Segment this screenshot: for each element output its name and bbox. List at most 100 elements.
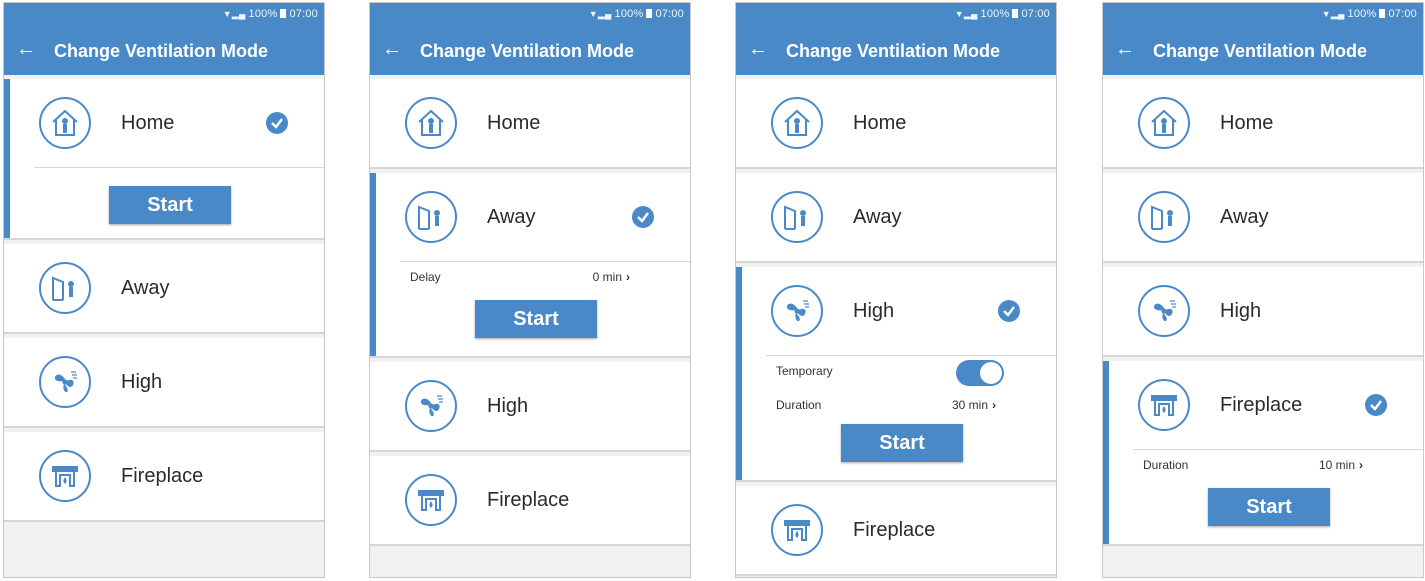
battery-level: 100% [614, 8, 644, 20]
app-bar: ▼▂▄ 100% 07:00 ← Change Ventilation Mode [4, 3, 324, 75]
clock: 07:00 [1021, 8, 1050, 20]
signal-icon: ▼▂▄ [222, 9, 246, 19]
mode-row-away[interactable]: Away [736, 173, 1056, 261]
battery-level: 100% [1347, 8, 1377, 20]
delay-label: Delay [410, 270, 441, 284]
mode-card-high: High Temporary Duration 30 min › Start [736, 267, 1056, 482]
mode-card-home: Home [1103, 79, 1423, 169]
fan-icon [1138, 285, 1190, 337]
checkmark-icon [998, 300, 1020, 322]
status-bar: ▼▂▄ 100% 07:00 [1322, 8, 1417, 20]
back-arrow-icon[interactable]: ← [748, 37, 768, 61]
fan-icon [39, 356, 91, 408]
app-bar: ▼▂▄ 100% 07:00 ← Change Ventilation Mode [1103, 3, 1423, 75]
checkmark-icon [632, 206, 654, 228]
signal-icon: ▼▂▄ [1321, 9, 1345, 19]
duration-label: Duration [1143, 458, 1189, 472]
status-bar: ▼▂▄ 100% 07:00 [955, 8, 1050, 20]
mode-label: Fireplace [121, 465, 204, 487]
mode-label: Home [853, 112, 907, 134]
mode-label: High [853, 300, 895, 322]
mode-list: Home Away Delay 0 min › Start High Firep… [370, 75, 690, 546]
back-arrow-icon[interactable]: ← [1115, 37, 1135, 61]
phone-screen-home: ▼▂▄ 100% 07:00 ← Change Ventilation Mode H… [3, 2, 325, 578]
mode-row-away[interactable]: Away [1103, 173, 1423, 261]
start-area: Start [4, 168, 324, 238]
page-title: Change Ventilation Mode [420, 41, 635, 61]
mode-row-high[interactable]: High [370, 362, 690, 450]
mode-label: Fireplace [487, 489, 570, 511]
mode-label: Away [1220, 206, 1269, 228]
back-arrow-icon[interactable]: ← [16, 37, 36, 61]
chevron-right-icon: › [1359, 458, 1363, 472]
checkmark-icon [266, 112, 288, 134]
fireplace-icon [771, 504, 823, 556]
duration-value-selector[interactable]: 30 min › [952, 398, 996, 412]
mode-card-away: Away Delay 0 min › Start [370, 173, 690, 358]
mode-label: Away [487, 206, 536, 228]
temporary-toggle[interactable] [956, 360, 1004, 386]
mode-label: Away [853, 206, 902, 228]
battery-icon [1379, 9, 1386, 18]
mode-row-high[interactable]: High [4, 338, 324, 426]
battery-level: 100% [980, 8, 1010, 20]
temporary-label: Temporary [776, 364, 833, 378]
clock: 07:00 [655, 8, 684, 20]
home-person-icon [405, 97, 457, 149]
mode-row-high[interactable]: High [1103, 267, 1423, 355]
checkmark-icon [1365, 394, 1387, 416]
page-title: Change Ventilation Mode [54, 41, 269, 61]
battery-level: 100% [248, 8, 278, 20]
home-person-icon [39, 97, 91, 149]
start-button[interactable]: Start [109, 186, 231, 224]
door-person-icon [1138, 191, 1190, 243]
duration-value: 10 min [1318, 458, 1355, 472]
home-person-icon [1138, 97, 1190, 149]
app-bar: ▼▂▄ 100% 07:00 ← Change Ventilation Mode [370, 3, 690, 75]
app-bar: ▼▂▄ 100% 07:00 ← Change Ventilation Mode [736, 3, 1056, 75]
mode-row-fireplace[interactable]: Fireplace [1103, 361, 1423, 449]
status-bar: ▼▂▄ 100% 07:00 [223, 8, 318, 20]
mode-label: High [1220, 300, 1262, 322]
mode-row-high[interactable]: High [736, 267, 1056, 355]
fireplace-icon [1138, 379, 1190, 431]
home-person-icon [771, 97, 823, 149]
mode-card-home: Home [736, 79, 1056, 169]
mode-label: Home [1220, 112, 1274, 134]
mode-row-fireplace[interactable]: Fireplace [736, 486, 1056, 574]
mode-row-fireplace[interactable]: Fireplace [4, 432, 324, 520]
start-button[interactable]: Start [475, 300, 597, 338]
fan-icon [771, 285, 823, 337]
mode-list: Home Away High Temporary Duration 30 min… [736, 75, 1056, 576]
mode-row-away[interactable]: Away [4, 244, 324, 332]
battery-icon [646, 9, 653, 18]
mode-card-home: Home Start [4, 79, 324, 240]
mode-list: Home Start Away High Fireplace [4, 75, 324, 522]
mode-row-home[interactable]: Home [736, 79, 1056, 167]
mode-row-home[interactable]: Home [4, 79, 324, 167]
fireplace-icon [405, 474, 457, 526]
battery-icon [280, 9, 287, 18]
mode-card-high: High [370, 362, 690, 452]
delay-value-selector[interactable]: 0 min › [593, 270, 630, 284]
duration-value-selector[interactable]: 10 min › [1319, 458, 1363, 472]
mode-card-high: High [1103, 267, 1423, 357]
start-button[interactable]: Start [841, 424, 963, 462]
mode-label: Fireplace [1220, 394, 1303, 416]
duration-option: Duration 30 min › [736, 390, 1056, 420]
mode-row-away[interactable]: Away [370, 173, 690, 261]
mode-label: Fireplace [853, 519, 936, 541]
door-person-icon [405, 191, 457, 243]
door-person-icon [771, 191, 823, 243]
fan-icon [405, 380, 457, 432]
back-arrow-icon[interactable]: ← [382, 37, 402, 61]
signal-icon: ▼▂▄ [954, 9, 978, 19]
mode-row-fireplace[interactable]: Fireplace [370, 456, 690, 544]
start-area: Start [370, 292, 690, 356]
toggle-knob [980, 362, 1002, 384]
start-button[interactable]: Start [1208, 488, 1330, 526]
mode-row-home[interactable]: Home [370, 79, 690, 167]
mode-list: Home Away High Fireplace Duration 10 min… [1103, 75, 1423, 546]
mode-row-home[interactable]: Home [1103, 79, 1423, 167]
temporary-option: Temporary [736, 356, 1056, 390]
